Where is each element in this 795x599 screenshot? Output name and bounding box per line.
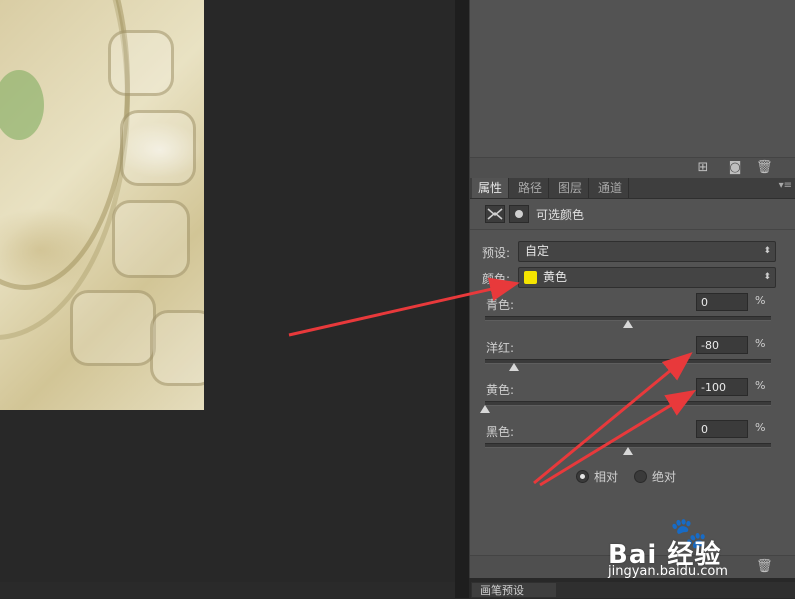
colors-label: 颜色: bbox=[482, 272, 511, 286]
adjustment-titlebar: 可选颜色 bbox=[470, 199, 795, 230]
new-layer-icon[interactable]: ⊞ bbox=[695, 160, 711, 176]
relative-label: 相对 bbox=[594, 470, 619, 484]
layers-panel-footer: ⊞ ◙ 🗑 bbox=[470, 157, 795, 178]
tab-brush-presets[interactable]: 画笔预设 bbox=[471, 582, 557, 598]
slider-track[interactable] bbox=[485, 359, 771, 364]
tab-paths[interactable]: 路径 bbox=[512, 178, 550, 198]
slider-label: 洋红: bbox=[486, 341, 515, 355]
watermark-url: jingyan.baidu.com bbox=[608, 564, 728, 579]
preset-label: 预设: bbox=[482, 246, 511, 260]
colors-value: 黄色 bbox=[543, 270, 568, 284]
mask-icon[interactable] bbox=[509, 205, 529, 223]
slider-thumb[interactable] bbox=[508, 363, 519, 371]
baidu-watermark: 🐾 Bai 经验 jingyan.baidu.com bbox=[608, 516, 793, 580]
tab-properties[interactable]: 属性 bbox=[472, 178, 510, 198]
preset-dropdown[interactable]: 自定 ⬍ bbox=[518, 241, 776, 262]
absolute-radio[interactable] bbox=[634, 470, 647, 483]
tab-layers[interactable]: 图层 bbox=[552, 178, 590, 198]
adjustment-title: 可选颜色 bbox=[536, 208, 585, 222]
updown-arrow-icon: ⬍ bbox=[763, 246, 771, 256]
relative-radio[interactable] bbox=[576, 470, 589, 483]
slider-track[interactable] bbox=[485, 401, 771, 406]
percent-unit: % bbox=[755, 421, 766, 434]
tab-channels[interactable]: 通道 bbox=[592, 178, 630, 198]
slider-label: 黄色: bbox=[486, 383, 515, 397]
method-radio-group: 相对 绝对 bbox=[470, 468, 795, 486]
slider-thumb[interactable] bbox=[480, 405, 490, 413]
slider-magenta: 洋红: -80 % bbox=[470, 336, 795, 381]
colors-dropdown[interactable]: 黄色 ⬍ bbox=[518, 267, 776, 288]
camera-icon[interactable]: ◙ bbox=[727, 160, 743, 176]
trash-icon[interactable]: 🗑 bbox=[756, 160, 773, 176]
yellow-value-input[interactable]: -100 bbox=[696, 378, 748, 396]
slider-cyan: 青色: 0 % bbox=[470, 293, 795, 338]
slider-yellow: 黄色: -100 % bbox=[470, 378, 795, 423]
percent-unit: % bbox=[755, 379, 766, 392]
magenta-value-input[interactable]: -80 bbox=[696, 336, 748, 354]
slider-label: 青色: bbox=[486, 298, 515, 312]
percent-unit: % bbox=[755, 337, 766, 350]
slider-label: 黑色: bbox=[486, 425, 515, 439]
absolute-label: 绝对 bbox=[652, 470, 677, 484]
updown-arrow-icon: ⬍ bbox=[763, 272, 771, 282]
layers-panel: ⊞ ◙ 🗑 bbox=[469, 0, 795, 178]
document-canvas-image bbox=[0, 0, 204, 410]
bottom-dock-strip bbox=[557, 582, 795, 598]
color-swatch bbox=[524, 271, 537, 284]
slider-thumb[interactable] bbox=[623, 320, 633, 328]
slider-black: 黑色: 0 % bbox=[470, 420, 795, 465]
adjustment-icon[interactable] bbox=[485, 205, 505, 223]
black-value-input[interactable]: 0 bbox=[696, 420, 748, 438]
panel-menu-icon[interactable]: ▾≡ bbox=[779, 180, 792, 191]
cyan-value-input[interactable]: 0 bbox=[696, 293, 748, 311]
panel-tabbar: 属性 路径 图层 通道 ▾≡ bbox=[470, 178, 795, 199]
preset-value: 自定 bbox=[525, 244, 550, 258]
slider-thumb[interactable] bbox=[623, 447, 633, 455]
workspace-bottom-strip bbox=[0, 582, 455, 598]
panel-dock-divider[interactable] bbox=[455, 0, 469, 598]
percent-unit: % bbox=[755, 294, 766, 307]
